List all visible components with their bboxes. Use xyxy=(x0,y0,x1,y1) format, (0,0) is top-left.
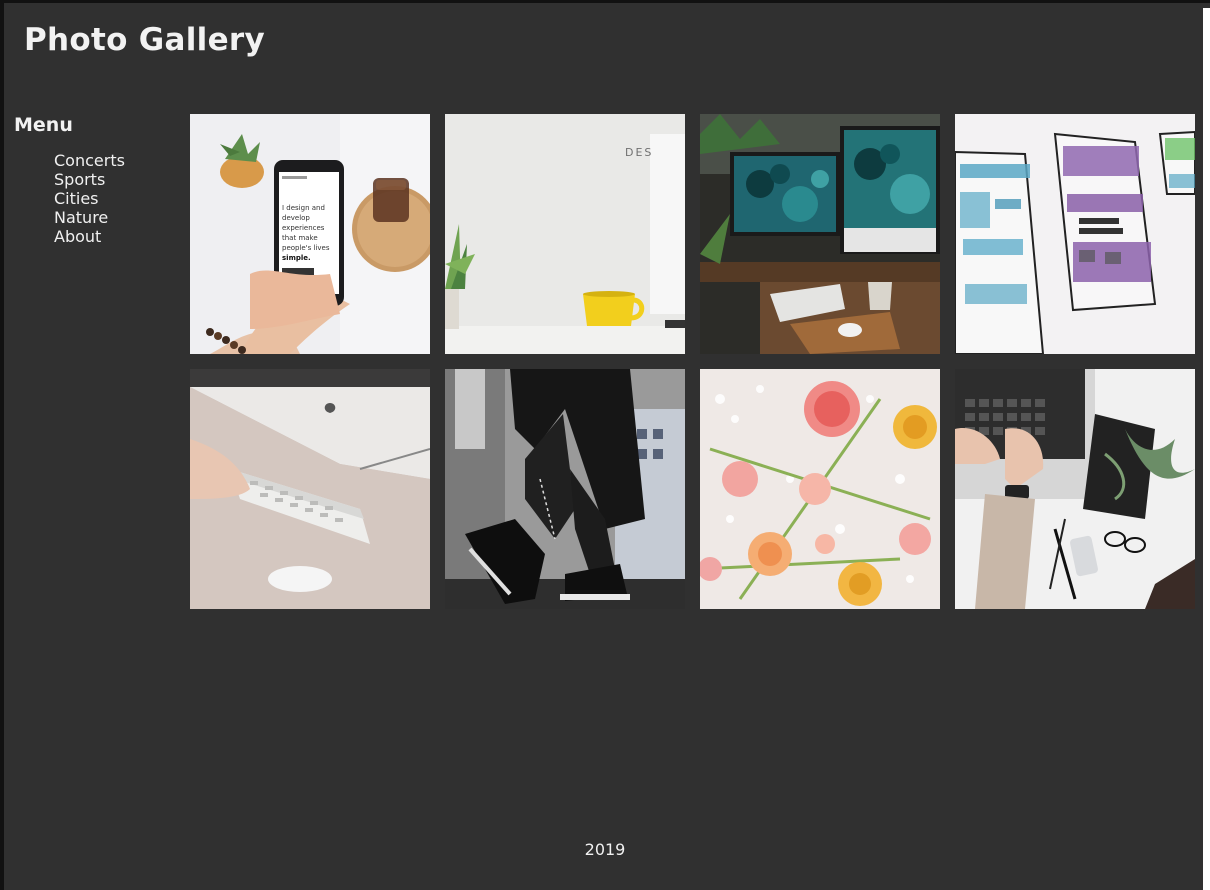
gallery-photo-laptop[interactable] xyxy=(955,369,1195,609)
footer-year: 2019 xyxy=(584,840,626,859)
sidebar-menu: Menu Concerts Sports Cities Nature About xyxy=(14,114,125,246)
gallery-photo-sneakers[interactable] xyxy=(445,369,685,609)
window-top-border xyxy=(0,0,1210,3)
wall-sign-text: DES xyxy=(625,146,653,159)
phone-screen-line-1: I design and xyxy=(282,204,325,212)
gallery-photo-phone-in-hand[interactable]: I design and develop experiences that ma… xyxy=(190,114,430,354)
sneakers-image xyxy=(445,369,685,609)
menu-item-cities[interactable]: Cities xyxy=(54,189,125,208)
gallery-photo-yellow-mug[interactable]: DES xyxy=(445,114,685,354)
phone-screen-line-5: people's lives xyxy=(282,244,330,252)
gallery-photo-desk-setup[interactable] xyxy=(700,114,940,354)
page-title: Photo Gallery xyxy=(24,22,266,58)
phone-screen-line-2: develop xyxy=(282,214,310,222)
phone-screen-line-6: simple. xyxy=(282,254,311,262)
phone-in-hand-image: I design and develop experiences that ma… xyxy=(190,114,430,354)
gallery-photo-flowers[interactable] xyxy=(700,369,940,609)
menu-heading: Menu xyxy=(14,114,73,136)
yellow-mug-image: DES xyxy=(445,114,685,354)
gallery-photo-wireframe-sketch[interactable] xyxy=(955,114,1195,354)
menu-item-sports[interactable]: Sports xyxy=(54,170,125,189)
photo-grid: I design and develop experiences that ma… xyxy=(190,114,1195,609)
desk-setup-image xyxy=(700,114,940,354)
flowers-image xyxy=(700,369,940,609)
menu-item-about[interactable]: About xyxy=(54,227,125,246)
phone-screen-line-4: that make xyxy=(282,234,318,242)
browser-viewport: Photo Gallery Menu Concerts Sports Citie… xyxy=(0,0,1210,890)
menu-item-concerts[interactable]: Concerts xyxy=(54,151,125,170)
menu-list: Concerts Sports Cities Nature About xyxy=(54,151,125,246)
scrollbar-track[interactable] xyxy=(1203,8,1210,890)
phone-screen-line-3: experiences xyxy=(282,224,325,232)
wireframe-sketch-image xyxy=(955,114,1195,354)
gallery-photo-keyboard[interactable] xyxy=(190,369,430,609)
window-left-border xyxy=(0,0,4,890)
laptop-image xyxy=(955,369,1195,609)
keyboard-image xyxy=(190,369,430,609)
menu-item-nature[interactable]: Nature xyxy=(54,208,125,227)
